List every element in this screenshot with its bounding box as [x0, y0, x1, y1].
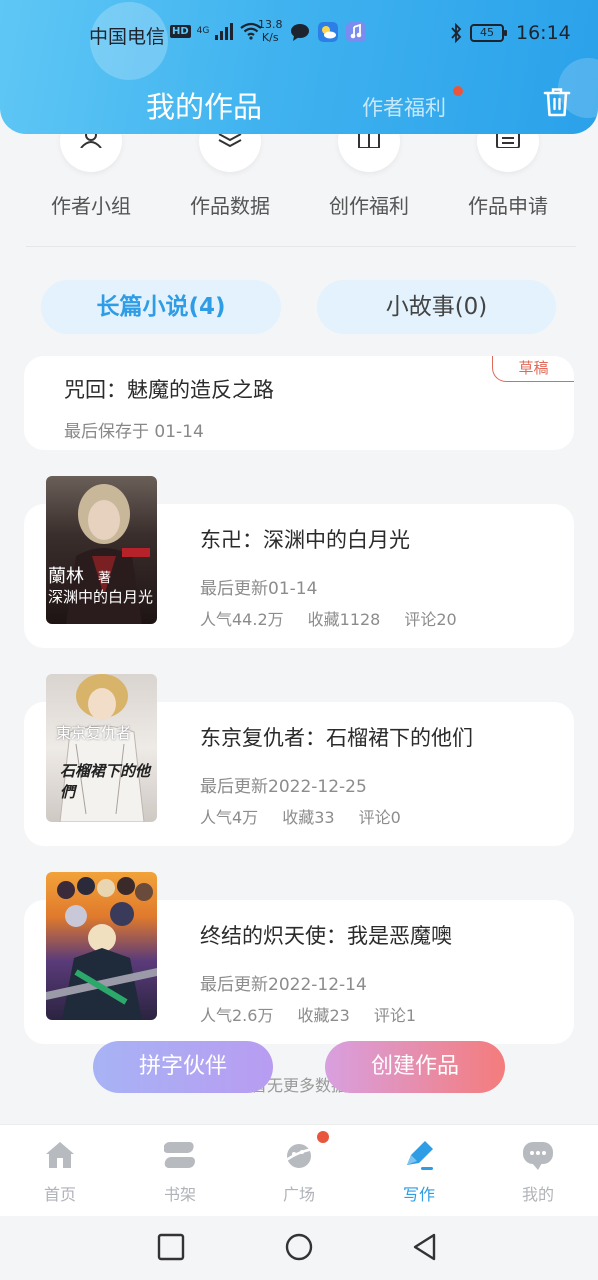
comments: 评论0 — [358, 808, 401, 827]
favorites: 收藏1128 — [307, 610, 381, 629]
home-button[interactable] — [284, 1232, 314, 1262]
book-title: 东卍：深渊中的白月光 — [200, 528, 410, 552]
notification-icons — [290, 22, 366, 42]
divider — [26, 246, 576, 247]
comments: 评论20 — [404, 610, 457, 629]
popularity: 人气2.6万 — [200, 1006, 274, 1025]
status-bar: 中国电信 HD 4G 13.8 K/s 45 16:14 — [0, 14, 598, 54]
book-cover: 蘭林著 深渊中的白月光 — [46, 476, 157, 624]
nav-home[interactable]: 首页 — [0, 1125, 120, 1217]
comments: 评论1 — [373, 1006, 417, 1025]
home-icon — [46, 1142, 74, 1168]
bottom-nav: 首页 书架 广场 写作 我的 — [0, 1124, 598, 1216]
writing-partner-button[interactable]: 拼字伙伴 — [93, 1041, 273, 1093]
tab-novel[interactable]: 长篇小说(4) — [41, 280, 281, 334]
hd-icon: HD — [170, 24, 191, 38]
pen-icon — [407, 1141, 433, 1170]
page-title[interactable]: 我的作品 — [146, 84, 262, 126]
clock: 16:14 — [516, 22, 571, 44]
create-work-button[interactable]: 创建作品 — [325, 1041, 505, 1093]
book-stats: 人气2.6万 收藏23 评论1 — [200, 1002, 416, 1026]
draft-saved-time: 最后保存于 01-14 — [64, 422, 204, 442]
book-cover — [46, 872, 157, 1020]
music-icon — [346, 22, 366, 42]
book-cover: 東京复仇者 石榴裙下的他們 — [46, 674, 157, 822]
carrier-name: 中国电信 — [89, 26, 166, 48]
notification-dot — [317, 1131, 329, 1143]
book-stats: 人气44.2万 收藏1128 评论20 — [200, 606, 457, 630]
quick-actions: 作者小组 作品数据 创作福利 作品申请 — [0, 110, 598, 246]
chat-bubble-icon — [523, 1142, 553, 1170]
planet-icon — [284, 1144, 315, 1168]
book-stats: 人气4万 收藏33 评论0 — [200, 804, 401, 828]
bookshelf-icon — [164, 1142, 196, 1168]
nav-mine[interactable]: 我的 — [478, 1125, 598, 1217]
favorites: 收藏33 — [282, 808, 335, 827]
favorites: 收藏23 — [297, 1006, 350, 1025]
trash-icon[interactable] — [542, 86, 572, 118]
nav-write[interactable]: 写作 — [359, 1125, 479, 1217]
popularity: 人气4万 — [200, 808, 259, 827]
back-button[interactable] — [410, 1232, 440, 1262]
popularity: 人气44.2万 — [200, 610, 284, 629]
nav-bookshelf[interactable]: 书架 — [120, 1125, 240, 1217]
message-icon — [291, 24, 309, 41]
book-card[interactable]: 终结的炽天使：我是恶魔噢 最后更新2022-12-14 人气2.6万 收藏23 … — [24, 872, 574, 1044]
draft-badge: 草稿 — [492, 356, 574, 382]
draft-card[interactable]: 咒回：魅魔的造反之路 最后保存于 01-14 草稿 — [24, 356, 574, 450]
battery-icon: 45 — [470, 24, 507, 42]
book-card[interactable]: 東京复仇者 石榴裙下的他們 东京复仇者：石榴裙下的他们 最后更新2022-12-… — [24, 674, 574, 846]
system-nav-bar — [0, 1216, 598, 1280]
tab-author-welfare[interactable]: 作者福利 — [362, 92, 446, 122]
book-updated: 最后更新2022-12-25 — [200, 777, 367, 797]
tab-short-story[interactable]: 小故事(0) — [317, 280, 556, 334]
book-card[interactable]: 蘭林著 深渊中的白月光 东卍：深渊中的白月光 最后更新01-14 人气44.2万… — [24, 476, 574, 648]
weather-icon — [318, 22, 338, 42]
book-updated: 最后更新01-14 — [200, 579, 318, 599]
net-speed: 13.8 K/s — [258, 18, 283, 44]
status-right: 45 16:14 — [450, 22, 571, 44]
book-title: 终结的炽天使：我是恶魔噢 — [200, 924, 452, 948]
network-type: 4G — [196, 25, 210, 36]
notification-dot — [453, 86, 463, 96]
signal-icon — [215, 22, 234, 40]
nav-square[interactable]: 广场 — [239, 1125, 359, 1217]
status-icons: HD 4G — [170, 22, 263, 40]
book-updated: 最后更新2022-12-14 — [200, 975, 367, 995]
bluetooth-icon — [451, 23, 462, 43]
book-title: 东京复仇者：石榴裙下的他们 — [200, 726, 473, 750]
recent-apps-button[interactable] — [156, 1232, 186, 1262]
draft-title: 咒回：魅魔的造反之路 — [64, 378, 274, 402]
header: 中国电信 HD 4G 13.8 K/s 45 16:14 我的作品 作者福利 — [0, 0, 598, 134]
no-more-data-text: 暂无更多数据 — [250, 1076, 347, 1095]
